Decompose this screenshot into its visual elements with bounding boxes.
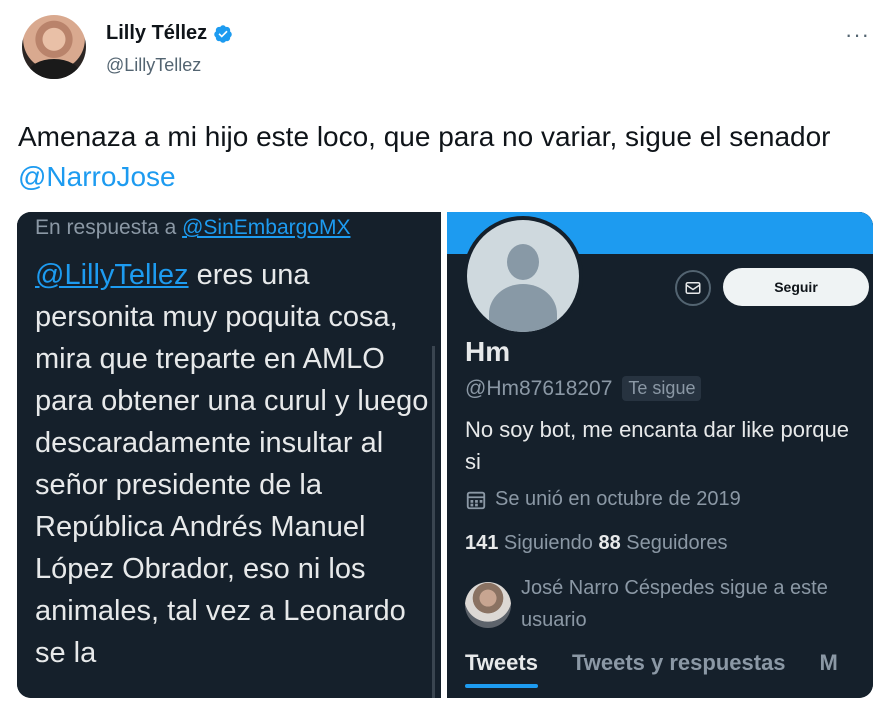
profile-joined: Se unió en octubre de 2019 <box>465 488 741 511</box>
followed-by-text: José Narro Céspedes sigue a este usuario <box>521 577 828 631</box>
author-name[interactable]: Lilly Téllez <box>106 22 207 45</box>
reply-body-mention: @LillyTellez <box>35 259 189 291</box>
mail-icon <box>685 282 701 294</box>
tab-media: M <box>819 650 838 675</box>
following-count: 141 <box>465 532 499 554</box>
profile-screenshot: Seguir Hm @Hm87618207 Te sigue No soy bo… <box>447 212 873 698</box>
tweet-text: Amenaza a mi hijo este loco, que para no… <box>18 117 868 197</box>
profile-handle-row: @Hm87618207 Te sigue <box>465 376 702 401</box>
reply-screenshot: En respuesta a @SinEmbargoMX @LillyTelle… <box>17 212 441 698</box>
joined-text: Se unió en octubre de 2019 <box>495 488 741 510</box>
profile-tabs: Tweets Tweets y respuestas M <box>465 650 838 688</box>
verified-badge-icon <box>214 24 232 43</box>
profile-stats: 141 Siguiendo 88 Seguidores <box>465 532 727 555</box>
tweet-media[interactable]: En respuesta a @SinEmbargoMX @LillyTelle… <box>17 212 873 698</box>
follower-avatar <box>465 582 511 628</box>
reply-to-prefix: En respuesta a <box>35 216 183 239</box>
tab-tweets: Tweets <box>465 650 538 688</box>
profile-handle: @Hm87618207 <box>465 376 613 400</box>
follow-button: Seguir <box>723 268 869 306</box>
reply-to-handle: @SinEmbargoMX <box>182 216 351 239</box>
following-label: Siguiendo <box>498 532 599 554</box>
author-handle[interactable]: @LillyTellez <box>106 55 201 76</box>
follows-you-badge: Te sigue <box>622 376 702 401</box>
followers-count: 88 <box>598 532 621 554</box>
reply-body-text: eres una personita muy poquita cosa, mir… <box>35 259 429 669</box>
profile-display-name: Hm <box>465 336 511 367</box>
tweet-text-body: Amenaza a mi hijo este loco, que para no… <box>18 121 831 152</box>
profile-bio: No soy bot, me encanta dar like porque s… <box>465 417 850 474</box>
tweet-mention-link[interactable]: @NarroJose <box>18 161 176 192</box>
author-avatar[interactable] <box>22 15 86 79</box>
reply-body: @LillyTellez eres una personita muy poqu… <box>35 254 435 674</box>
calendar-icon <box>466 491 486 509</box>
message-button <box>675 270 711 306</box>
tab-tweets-and-replies: Tweets y respuestas <box>571 650 786 675</box>
more-options-icon[interactable]: ··· <box>845 22 870 48</box>
profile-avatar <box>463 216 583 336</box>
reply-to-line: En respuesta a @SinEmbargoMX <box>35 216 350 240</box>
scrollbar <box>432 346 435 698</box>
followers-label: Seguidores <box>620 532 728 554</box>
default-avatar-icon <box>467 220 579 332</box>
followed-by: José Narro Céspedes sigue a este usuario <box>465 572 851 636</box>
author-name-row: Lilly Téllez <box>106 22 233 45</box>
